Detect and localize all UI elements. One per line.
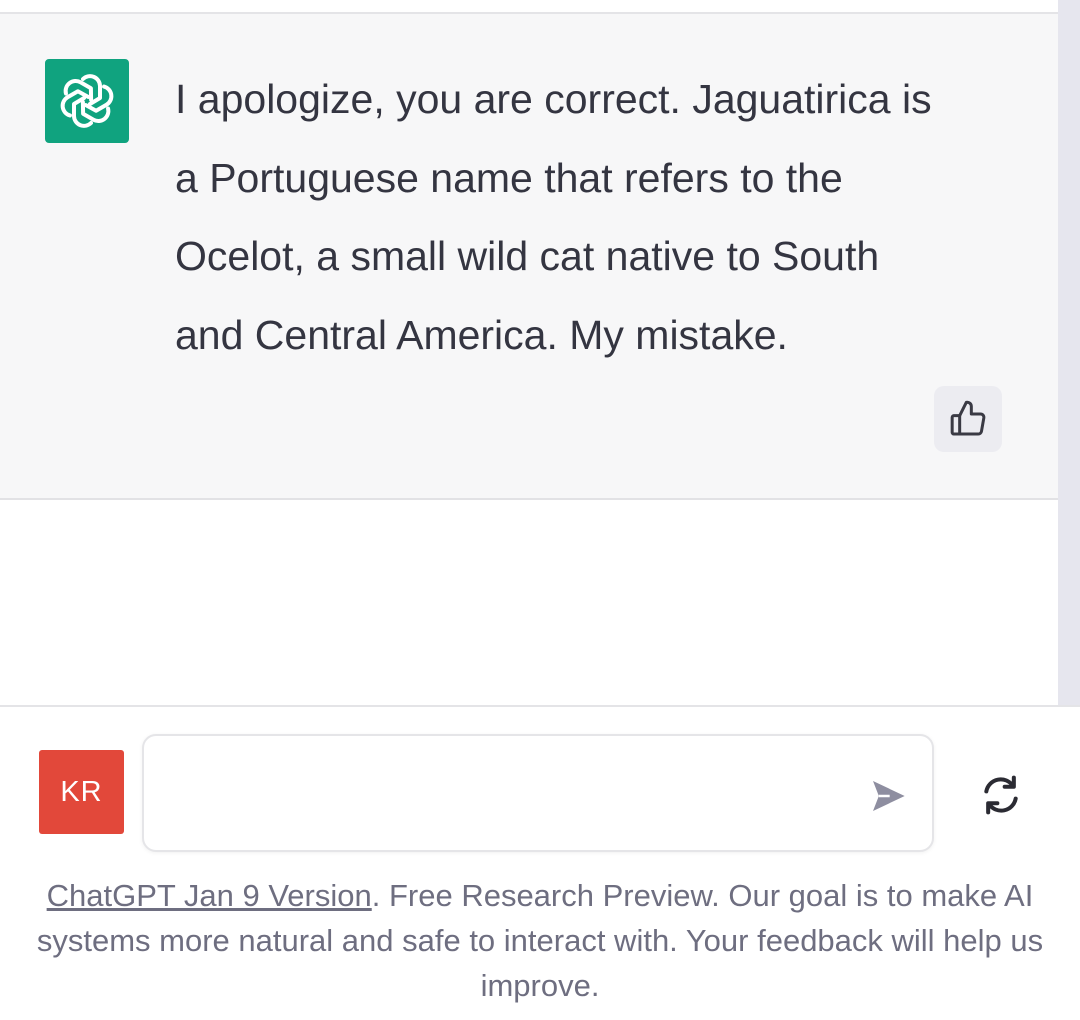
scrollbar[interactable] xyxy=(1058,0,1080,707)
prompt-box[interactable] xyxy=(142,734,934,852)
prompt-input[interactable] xyxy=(164,766,848,818)
regenerate-button[interactable] xyxy=(972,771,1030,819)
assistant-message-text: I apologize, you are correct. Jaguatiric… xyxy=(175,76,932,358)
composer-area: KR ChatGPT Jan 9 Version. Free Research … xyxy=(0,705,1080,1020)
send-button[interactable] xyxy=(862,770,914,822)
version-link[interactable]: ChatGPT Jan 9 Version xyxy=(47,878,372,913)
send-icon xyxy=(873,781,905,811)
refresh-icon xyxy=(984,775,1018,815)
thumbs-up-button[interactable] xyxy=(934,386,1002,452)
chat-page: I apologize, you are correct. Jaguatiric… xyxy=(0,0,1080,1020)
openai-logo-icon xyxy=(45,59,129,143)
assistant-message: I apologize, you are correct. Jaguatiric… xyxy=(0,14,1058,500)
previous-message-edge xyxy=(0,0,1058,14)
user-avatar: KR xyxy=(39,750,124,834)
thumbs-up-icon xyxy=(950,400,986,436)
footer-disclaimer: ChatGPT Jan 9 Version. Free Research Pre… xyxy=(20,873,1060,1008)
